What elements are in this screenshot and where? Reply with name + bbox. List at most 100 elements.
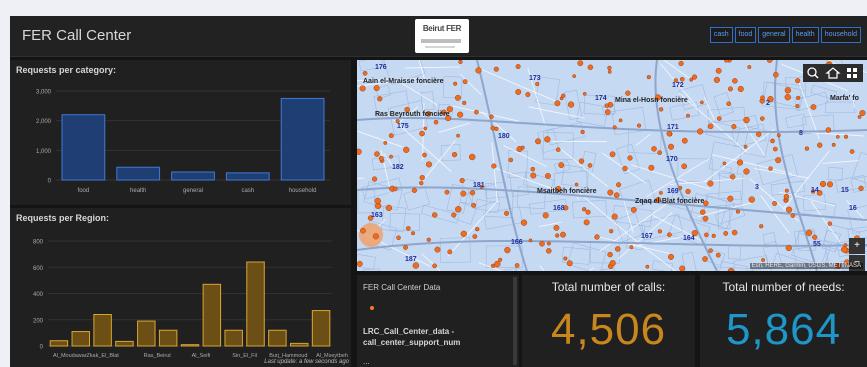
incident-point[interactable] [614, 246, 621, 252]
incident-point[interactable] [474, 109, 479, 115]
incident-point[interactable] [858, 185, 864, 191]
incident-point[interactable] [611, 213, 618, 220]
incident-point[interactable] [702, 215, 709, 222]
incident-point[interactable] [458, 60, 463, 64]
incident-point[interactable] [648, 164, 655, 171]
incident-point[interactable] [453, 81, 458, 86]
incident-point[interactable] [405, 226, 411, 231]
incident-point[interactable] [374, 151, 380, 157]
incident-point[interactable] [475, 67, 482, 74]
incident-point[interactable] [646, 75, 651, 80]
region-bar[interactable] [180, 344, 200, 347]
search-icon[interactable] [807, 67, 819, 79]
incident-point[interactable] [786, 206, 793, 213]
incident-point[interactable] [594, 234, 600, 240]
incident-point[interactable] [357, 148, 362, 155]
incident-point[interactable] [504, 246, 511, 254]
incident-point[interactable] [411, 187, 418, 193]
map-canvas[interactable] [357, 60, 867, 271]
incident-point[interactable] [372, 233, 379, 240]
incident-point[interactable] [494, 260, 501, 268]
incident-point[interactable] [784, 94, 791, 101]
incident-point[interactable] [686, 113, 690, 118]
incident-point[interactable] [373, 85, 380, 92]
region-bar[interactable] [115, 340, 134, 347]
incident-point[interactable] [636, 123, 642, 128]
incident-point[interactable] [528, 238, 533, 243]
bar-household[interactable] [280, 97, 325, 181]
incident-point[interactable] [700, 209, 706, 215]
incident-point[interactable] [680, 77, 685, 82]
region-bar[interactable] [137, 320, 156, 347]
incident-point[interactable] [843, 243, 848, 247]
incident-point[interactable] [396, 235, 401, 240]
incident-point[interactable] [681, 137, 688, 144]
incident-point[interactable] [607, 65, 612, 71]
incident-point[interactable] [582, 207, 587, 212]
incident-point[interactable] [724, 60, 729, 63]
incident-point[interactable] [432, 212, 438, 218]
incident-point[interactable] [743, 168, 750, 175]
incident-point[interactable] [560, 231, 566, 238]
incident-point[interactable] [411, 231, 416, 236]
incident-point[interactable] [419, 175, 425, 181]
basemap-gallery-icon[interactable] [847, 68, 857, 78]
region-bar[interactable] [71, 331, 91, 347]
incident-point[interactable] [535, 138, 541, 145]
incident-point[interactable] [657, 150, 662, 155]
incident-point[interactable] [819, 180, 827, 188]
incident-point[interactable] [651, 146, 657, 152]
incident-point[interactable] [556, 147, 561, 152]
incident-point[interactable] [795, 104, 800, 109]
incident-point[interactable] [462, 100, 467, 105]
incident-point[interactable] [812, 234, 818, 240]
incident-point[interactable] [530, 172, 537, 179]
incident-point[interactable] [784, 188, 789, 193]
incident-point[interactable] [542, 212, 549, 219]
incident-point[interactable] [433, 119, 439, 125]
incident-point[interactable] [849, 149, 855, 154]
incident-point[interactable] [385, 204, 393, 212]
incident-point[interactable] [657, 229, 662, 234]
incident-point[interactable] [357, 260, 363, 267]
incident-point[interactable] [419, 130, 425, 137]
incident-point[interactable] [434, 246, 441, 253]
incident-point[interactable] [645, 264, 650, 269]
incident-point[interactable] [475, 226, 480, 232]
incident-point[interactable] [859, 110, 866, 117]
incident-point[interactable] [707, 123, 714, 130]
incident-point[interactable] [447, 249, 453, 255]
incident-point[interactable] [520, 145, 525, 150]
incident-point[interactable] [723, 231, 729, 236]
incident-point[interactable] [567, 101, 575, 108]
incident-point[interactable] [609, 151, 616, 158]
incident-point[interactable] [731, 229, 738, 236]
incident-point[interactable] [711, 233, 716, 238]
incident-point[interactable] [555, 233, 560, 238]
incident-point[interactable] [622, 165, 628, 172]
incident-point[interactable] [612, 125, 617, 130]
region-bar[interactable] [202, 283, 222, 347]
incident-point[interactable] [580, 129, 585, 135]
incident-point[interactable] [772, 146, 778, 152]
filter-health-button[interactable]: health [791, 27, 819, 43]
filter-cash-button[interactable]: cash [709, 27, 733, 43]
incident-point[interactable] [561, 93, 566, 98]
incident-point[interactable] [454, 94, 461, 101]
incident-point[interactable] [685, 188, 691, 195]
incident-point[interactable] [493, 66, 499, 72]
incident-point[interactable] [795, 78, 801, 84]
data-list-scrollbar[interactable] [513, 277, 517, 365]
bar-general[interactable] [171, 171, 215, 181]
incident-point[interactable] [727, 195, 734, 202]
incident-point[interactable] [377, 96, 383, 102]
incident-point[interactable] [731, 124, 737, 130]
incident-point[interactable] [471, 202, 477, 208]
incident-point[interactable] [451, 212, 457, 218]
incident-point[interactable] [403, 146, 410, 153]
bar-health[interactable] [116, 166, 161, 181]
incident-point[interactable] [773, 71, 779, 78]
incident-point[interactable] [587, 163, 593, 168]
incident-point[interactable] [827, 221, 833, 226]
incident-point[interactable] [736, 159, 744, 166]
